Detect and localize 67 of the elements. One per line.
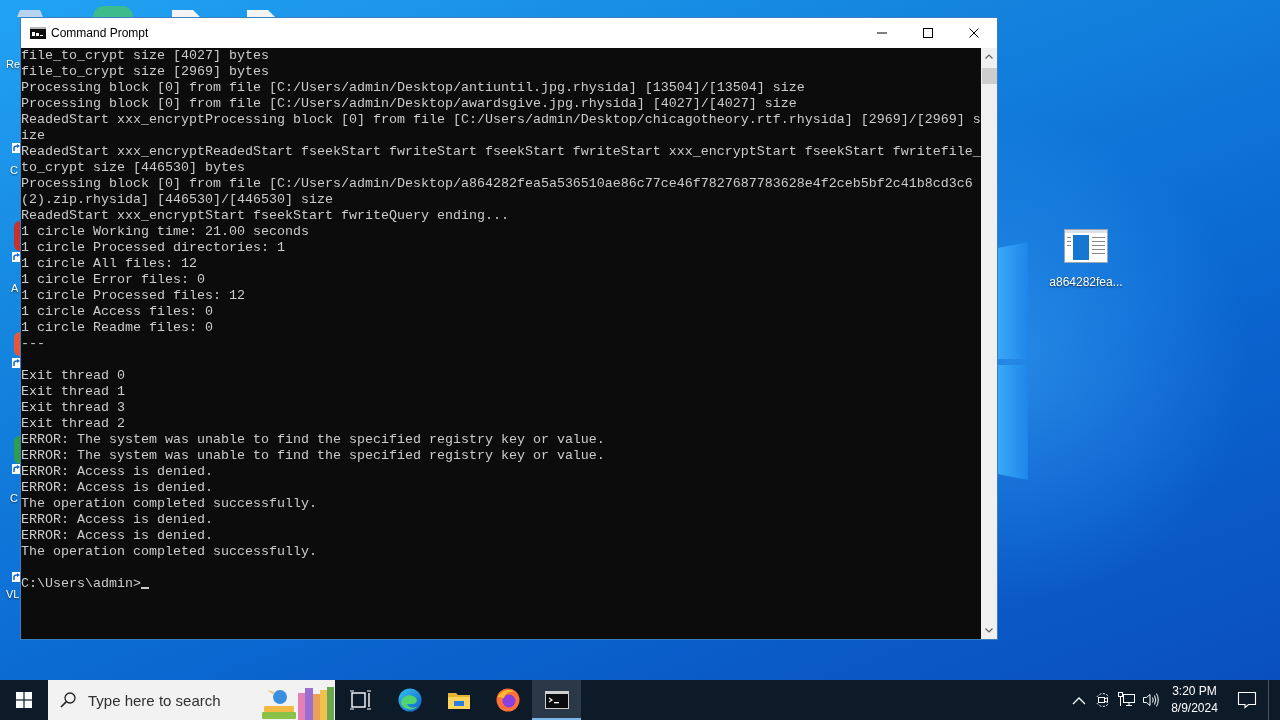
console-line: Processing block [0] from file [C:/Users/admin/Desktop/a864282fea5a536510ae86c77ce46f7827687783628e4f2ceb5bf2c41b8cd3c6	[21, 176, 974, 192]
icon-label: A	[11, 281, 19, 295]
windows-logo-icon[interactable]	[16, 692, 32, 708]
console-line: ReadedStart xxx_encryptProcessing block [0] from file [C:/Users/admin/Desktop/chicagotheory.rtf.rhysida] [2969]/[2969] s	[21, 112, 981, 128]
console-line: ReadedStart xxx_encryptStart fseekStart fwriteQuery ending...	[21, 208, 510, 224]
clock-button[interactable]: 3:20 PM 8/9/2024	[1163, 680, 1226, 720]
console-line: 1 circle Processed files: 12	[21, 288, 246, 304]
shortcut-arrow-icon	[12, 572, 20, 582]
network-icon[interactable]	[1118, 692, 1136, 708]
close-icon[interactable]	[969, 28, 979, 38]
icon-label: C	[10, 163, 18, 177]
window-title: Command Prompt	[51, 25, 149, 41]
scrollbar-thumb[interactable]	[981, 68, 997, 84]
books-icon	[261, 684, 335, 720]
console-line: to_crypt size [446530] bytes	[21, 160, 246, 176]
console-line: ize	[21, 128, 46, 144]
console-line: ERROR: The system was unable to find the specified registry key or value.	[21, 432, 606, 448]
console-line: 1 circle Working time: 21.00 seconds	[21, 224, 310, 240]
console-line: The operation completed successfully.	[21, 496, 318, 512]
file-thumbnail-icon[interactable]	[1064, 229, 1108, 263]
icon-label: VL	[6, 587, 20, 601]
icon-label: a864282fea...	[1049, 275, 1123, 290]
terminal-icon	[30, 27, 46, 39]
console-line: Exit thread 2	[21, 416, 126, 432]
taskbar-button[interactable]	[532, 680, 581, 720]
chevron-down-icon[interactable]	[985, 628, 993, 633]
folder-icon[interactable]	[446, 690, 471, 710]
console-line: ERROR: Access is denied.	[21, 464, 214, 480]
console-line: 1 circle All files: 12	[21, 256, 198, 272]
prompt-text: C:\Users\admin>	[21, 576, 141, 591]
console-line: 1 circle Readme files: 0	[21, 320, 214, 336]
shortcut-arrow-icon	[12, 464, 20, 474]
console-line: 1 circle Processed directories: 1	[21, 240, 286, 256]
search-field[interactable]: Type here to search	[88, 691, 253, 709]
console-line: Processing block [0] from file [C:/Users/admin/Desktop/antiuntil.jpg.rhysida] [13504]/[13504] size	[21, 80, 806, 96]
icon-label: C	[10, 491, 18, 505]
camera-icon[interactable]	[1095, 692, 1111, 708]
console-line: ---	[21, 336, 46, 352]
console-line: file_to_crypt size [2969] bytes	[21, 64, 270, 80]
shortcut-arrow-icon	[12, 252, 20, 262]
maximize-icon[interactable]	[923, 28, 933, 38]
console-line: ERROR: Access is denied.	[21, 480, 214, 496]
browser-icon[interactable]	[397, 688, 422, 712]
console-line: 1 circle Error files: 0	[21, 272, 206, 288]
console-line: 1 circle Access files: 0	[21, 304, 214, 320]
shortcut-arrow-icon	[12, 143, 20, 153]
console-line: Exit thread 3	[21, 400, 126, 416]
console-line: The operation completed successfully.	[21, 544, 318, 560]
file-icon[interactable]	[172, 10, 200, 17]
console-line: Exit thread 0	[21, 368, 126, 384]
shortcut-arrow-icon	[12, 358, 20, 368]
console-line: ERROR: The system was unable to find the specified registry key or value.	[21, 448, 606, 464]
file-icon[interactable]	[247, 10, 275, 17]
task-view-icon[interactable]	[349, 690, 372, 710]
speaker-icon[interactable]	[1142, 692, 1160, 708]
console-line: ERROR: Access is denied.	[21, 512, 214, 528]
console-line: ReadedStart xxx_encryptReadedStart fseekStart fwriteStart fseekStart fwriteStart xxx_encryptStart fseekStart fwritefile_	[21, 144, 981, 160]
terminal-icon[interactable]	[544, 691, 569, 709]
console-line: file_to_crypt size [4027] bytes	[21, 48, 270, 64]
search-icon[interactable]	[60, 692, 76, 708]
icon-label: Re	[6, 57, 21, 71]
console-line: Processing block [0] from file [C:/Users/admin/Desktop/awardsgive.jpg.rhysida] [4027]/[4027] size	[21, 96, 798, 112]
console-line: (2).zip.rhysida] [446530]/[446530] size	[21, 192, 334, 208]
browser-icon[interactable]	[495, 688, 520, 712]
console-line: ERROR: Access is denied.	[21, 528, 214, 544]
console-line: Exit thread 1	[21, 384, 126, 400]
notification-icon[interactable]	[1237, 691, 1257, 709]
